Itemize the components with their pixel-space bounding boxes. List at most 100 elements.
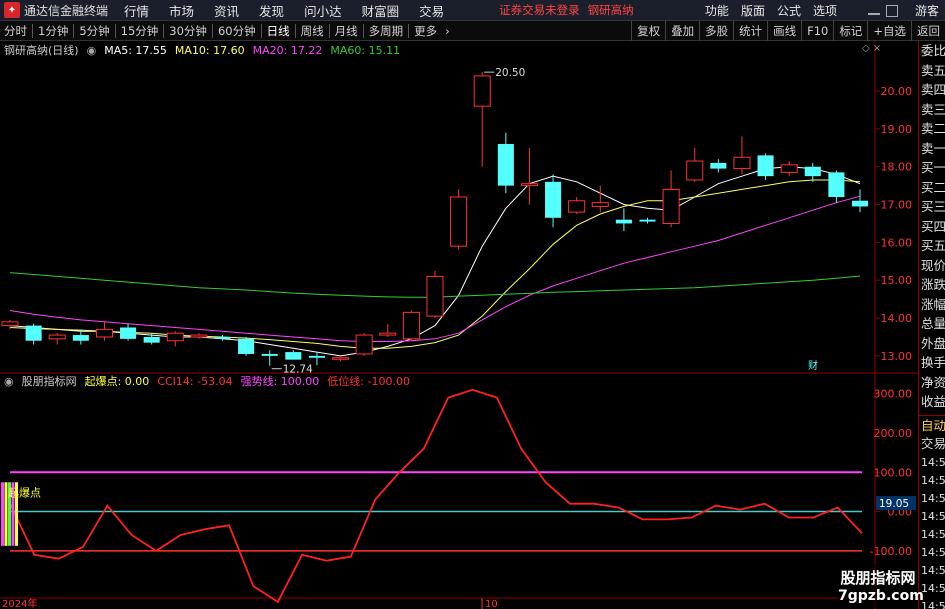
- formula-button[interactable]: 公式: [771, 2, 807, 19]
- watermark: 股朋指标网 7gpzb.com: [838, 564, 924, 608]
- candle-body: [48, 334, 66, 340]
- period-daily[interactable]: 日线: [263, 21, 294, 41]
- overlay-button[interactable]: 叠加: [665, 21, 699, 41]
- side-panel-item[interactable]: 14:56: [919, 544, 945, 562]
- candle-body: [520, 183, 538, 187]
- candle-body: [95, 328, 113, 338]
- menu-quotes[interactable]: 行情: [114, 1, 159, 20]
- signal-bar: [1, 482, 4, 546]
- period-multi[interactable]: 多周期: [365, 21, 408, 41]
- side-panel-item: 净资: [921, 374, 945, 390]
- f10-button[interactable]: F10: [801, 21, 833, 41]
- side-panel-item: 卖三: [921, 101, 945, 117]
- side-panel-item: 总量: [921, 316, 945, 331]
- menu-market[interactable]: 市场: [159, 1, 204, 20]
- gear-icon[interactable]: ◉: [87, 44, 97, 57]
- candle-body: [143, 336, 160, 343]
- period-timeshare[interactable]: 分时: [0, 21, 31, 41]
- chevron-right-icon[interactable]: ›: [441, 21, 454, 41]
- maximize-icon[interactable]: [885, 4, 898, 17]
- strong-line-value: 强势线: 100.00: [240, 375, 320, 388]
- main-indicator-info: 钢研高纳(日线) ◉ MA5: 17.55 MA10: 17.60 MA20: …: [4, 43, 408, 58]
- sub-y-tick-label: -100.00: [870, 545, 912, 558]
- candle-body: [25, 325, 42, 341]
- side-panel-item[interactable]: 14:56: [919, 562, 945, 580]
- period-15min[interactable]: 15分钟: [117, 21, 163, 41]
- qbd-value: 起爆点: 0.00: [84, 375, 150, 388]
- draw-line-button[interactable]: 画线: [767, 21, 801, 41]
- side-panel-item: 卖二: [921, 121, 945, 136]
- period-toolbar: 分时 1分钟 5分钟 15分钟 30分钟 60分钟 日线 周线 月线 多周期 更…: [0, 21, 945, 41]
- add-watchlist-button[interactable]: +自选: [867, 21, 911, 41]
- side-panel-item: 卖四: [921, 82, 945, 97]
- candle-body: [238, 338, 255, 354]
- side-panel-item[interactable]: 14:56: [919, 490, 945, 508]
- period-more[interactable]: 更多: [410, 21, 441, 41]
- current-stock-name: 钢研高纳: [587, 3, 634, 17]
- chart-area[interactable]: 13.00 14.00 15.00 16.00 17.00 18.00 19.00 20.00…: [0, 41, 918, 609]
- side-panel-item[interactable]: 自动: [919, 414, 945, 435]
- function-button[interactable]: 功能: [699, 2, 735, 19]
- candle-body: [72, 335, 89, 341]
- multi-stock-button[interactable]: 多股: [699, 21, 733, 41]
- period-monthly[interactable]: 月线: [331, 21, 362, 41]
- candle-body: [285, 352, 302, 360]
- side-panel-item: 换手: [921, 355, 945, 370]
- minimize-icon[interactable]: [867, 7, 880, 15]
- mark-button[interactable]: 标记: [833, 21, 867, 41]
- title-bar: ✦ 通达信金融终端 行情 市场 资讯 发现 问小达 财富圈 交易 证券交易未登录…: [0, 0, 945, 21]
- period-1min[interactable]: 1分钟: [34, 21, 72, 41]
- menu-trade[interactable]: 交易: [409, 1, 454, 20]
- side-panel-item[interactable]: 14:56: [919, 508, 945, 526]
- y-tick-label: 17.00: [881, 199, 913, 212]
- trade-login-notice[interactable]: 证券交易未登录: [499, 2, 580, 18]
- side-panel-item: 收益: [921, 394, 945, 409]
- stats-button[interactable]: 统计: [733, 21, 767, 41]
- candle-body: [214, 336, 231, 339]
- indicator-name: 股朋指标网: [21, 375, 77, 388]
- candle-body: [733, 156, 751, 170]
- candle-body: [639, 219, 656, 222]
- sub-y-tick-label: 300.00: [874, 388, 913, 401]
- y-tick-label: 19.00: [881, 123, 913, 136]
- candle-body: [686, 160, 704, 181]
- period-5min[interactable]: 5分钟: [75, 21, 113, 41]
- menu-ask[interactable]: 问小达: [294, 1, 352, 20]
- period-60min[interactable]: 60分钟: [214, 21, 260, 41]
- sub-y-tick-label: 100.00: [874, 466, 913, 479]
- ma60-value: MA60: 15.11: [330, 43, 401, 57]
- layout-button[interactable]: 版面: [735, 2, 771, 19]
- y-tick-label: 15.00: [881, 274, 913, 287]
- candle-body: [662, 188, 680, 224]
- side-panel-item[interactable]: 交易: [919, 434, 945, 454]
- ma-line-ma10: [9, 179, 861, 349]
- candle-body: [591, 202, 609, 207]
- app-logo-icon: ✦: [4, 2, 20, 18]
- back-button[interactable]: 返回: [911, 21, 945, 41]
- menu-wealth[interactable]: 财富圈: [352, 1, 410, 20]
- period-weekly[interactable]: 周线: [297, 21, 328, 41]
- side-panel-item: 涨幅: [921, 296, 945, 312]
- candle-body: [332, 357, 350, 360]
- cci-value: CCI14: -53.04: [157, 374, 233, 388]
- period-30min[interactable]: 30分钟: [165, 21, 211, 41]
- gear-icon[interactable]: ◉: [4, 375, 14, 388]
- guest-button[interactable]: 游客: [909, 2, 945, 19]
- candle-body: [473, 75, 491, 107]
- sub-indicator-info: ◉ 股朋指标网 起爆点: 0.00 CCI14: -53.04 强势线: 100…: [4, 374, 418, 389]
- side-panel-item: 买一: [921, 160, 945, 175]
- candle-body: [851, 200, 869, 207]
- ma5-value: MA5: 17.55: [104, 43, 167, 57]
- low-line-value: 低位线: -100.00: [327, 375, 410, 388]
- options-button[interactable]: 选项: [807, 2, 843, 19]
- fuquan-button[interactable]: 复权: [631, 21, 665, 41]
- menu-discover[interactable]: 发现: [249, 1, 294, 20]
- qbd-label: 起爆点: [8, 485, 41, 499]
- menu-news[interactable]: 资讯: [204, 1, 249, 20]
- side-panel-item[interactable]: 14:56: [919, 526, 945, 544]
- side-panel-item[interactable]: 14:56: [919, 472, 945, 490]
- side-panel-item[interactable]: 14:56: [919, 454, 945, 472]
- candle-body: [450, 196, 468, 247]
- candle-body: [780, 164, 798, 173]
- side-panel-item: 买四: [921, 218, 945, 234]
